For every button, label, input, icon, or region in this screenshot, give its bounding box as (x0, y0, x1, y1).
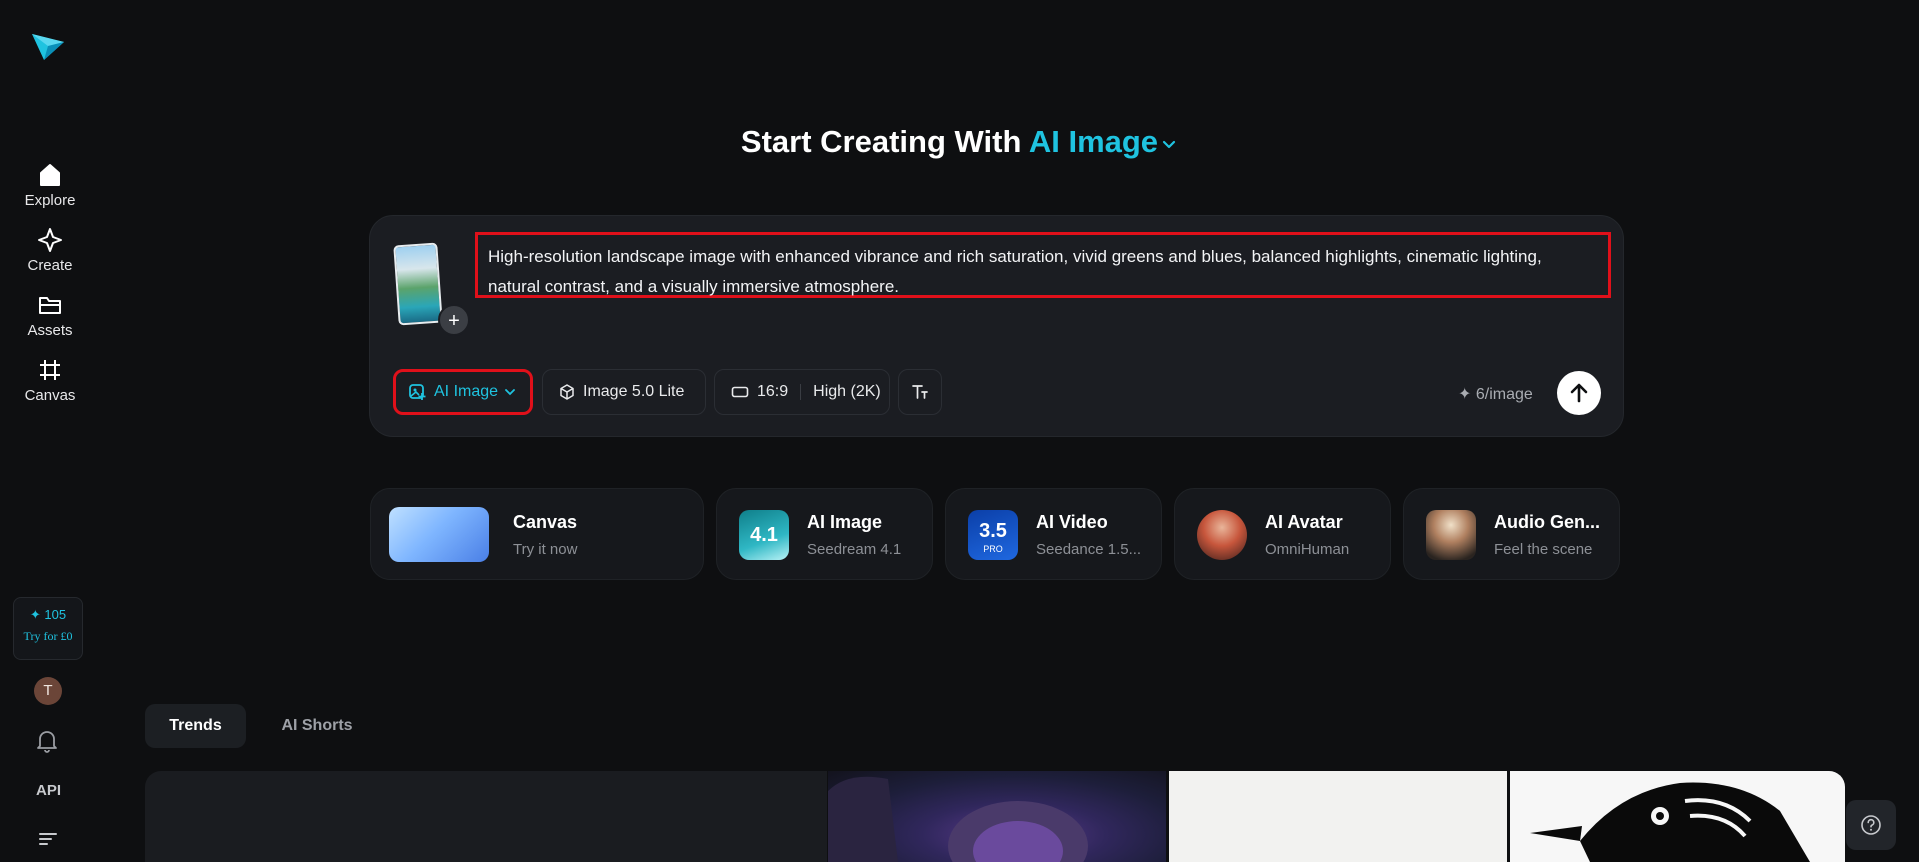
sidebar-item-create[interactable]: Create (0, 227, 100, 275)
card-subtitle: Seedance 1.5... (1036, 541, 1142, 558)
ratio-quality-selector[interactable]: 16:9 High (2K) (714, 369, 890, 415)
sidebar-item-label: Assets (27, 322, 73, 339)
tab-ai-shorts[interactable]: AI Shorts (265, 704, 369, 748)
generate-button[interactable] (1557, 371, 1601, 415)
help-button[interactable] (1846, 800, 1896, 850)
credit-sparkle-icon: ✦ (29, 607, 41, 622)
prompt-panel: + High-resolution landscape image with e… (369, 215, 1624, 437)
text-settings-button[interactable] (898, 369, 942, 415)
mode-dropdown[interactable]: AI Image (393, 369, 533, 415)
model-selector[interactable]: Image 5.0 Lite (542, 369, 706, 415)
aspect-ratio-icon (731, 386, 749, 398)
gallery-item[interactable] (145, 771, 827, 862)
feature-card-ai-avatar[interactable]: AI Avatar OmniHuman (1174, 488, 1391, 580)
image-plus-icon (409, 384, 426, 400)
card-title: Canvas (513, 512, 578, 532)
card-subtitle: Seedream 4.1 (807, 541, 902, 558)
model-selector-label: Image 5.0 Lite (583, 383, 685, 400)
app-logo[interactable] (30, 30, 66, 64)
page-title-prefix: Start Creating With (740, 124, 1022, 159)
sidebar-item-label: Explore (24, 192, 76, 209)
sidebar-item-label: Canvas (24, 387, 76, 404)
mode-dropdown-label: AI Image (434, 383, 499, 400)
seedance-version: 3.5 (979, 520, 1007, 542)
sidebar-item-label: Create (27, 257, 73, 274)
help-icon (1861, 815, 1881, 835)
sidebar-item-assets[interactable]: Assets (0, 292, 100, 340)
cost-indicator: ✦ 6/image (1458, 384, 1533, 404)
chevron-down-icon (505, 389, 515, 396)
api-link[interactable]: API (36, 782, 61, 799)
raven-illustration (1530, 782, 1810, 862)
menu-icon[interactable] (38, 831, 58, 847)
seedream-icon: 4.1 (739, 510, 789, 560)
gallery-image-art (828, 776, 1088, 862)
folder-icon (39, 297, 61, 314)
reference-image-thumbnail[interactable] (393, 242, 443, 326)
credits-count: 105 (44, 607, 67, 622)
card-title: AI Image (807, 512, 883, 532)
feature-card-ai-video[interactable]: 3.5 PRO AI Video Seedance 1.5... (945, 488, 1162, 580)
divider (800, 384, 802, 400)
frame-icon (40, 360, 60, 380)
credit-sparkle-icon: ✦ (1458, 386, 1472, 403)
home-icon (40, 164, 60, 186)
microphone-icon (1426, 510, 1476, 560)
prompt-input[interactable]: High-resolution landscape image with enh… (475, 232, 1611, 298)
tab-trends[interactable]: Trends (145, 704, 246, 748)
card-title: AI Avatar (1265, 512, 1343, 532)
mode-selector-label: AI Image (1028, 124, 1159, 159)
feature-card-ai-image[interactable]: 4.1 AI Image Seedream 4.1 (716, 488, 933, 580)
gallery-item[interactable] (828, 771, 1166, 862)
quality-label: High (2K) (813, 383, 881, 400)
sidebar-item-explore[interactable]: Explore (0, 162, 100, 210)
card-subtitle: Try it now (513, 541, 578, 558)
mode-selector[interactable]: AI Image (1029, 124, 1178, 159)
card-subtitle: OmniHuman (1265, 541, 1350, 558)
avatar[interactable]: T (34, 677, 62, 705)
cost-label: 6/image (1475, 386, 1533, 403)
aspect-ratio-label: 16:9 (757, 383, 789, 400)
cube-icon (560, 384, 574, 400)
pegasus-thumbnail (389, 507, 489, 562)
arrow-up-icon (1570, 383, 1588, 403)
seedance-icon: 3.5 PRO (968, 510, 1018, 560)
sparkle-icon (38, 228, 62, 252)
gallery-item[interactable] (1169, 771, 1507, 862)
card-subtitle: Feel the scene (1494, 541, 1593, 558)
feature-card-canvas[interactable]: Canvas Try it now (370, 488, 704, 580)
bell-icon[interactable] (35, 728, 59, 754)
text-size-icon (912, 385, 928, 399)
avatar-character-icon (1197, 510, 1247, 560)
card-title: Audio Gen... (1494, 512, 1600, 532)
sidebar-item-canvas[interactable]: Canvas (0, 357, 100, 405)
credits-cta: Try for £0 (23, 629, 73, 643)
chevron-down-icon (1162, 140, 1176, 148)
card-title: AI Video (1036, 512, 1108, 532)
feature-card-audio-gen[interactable]: Audio Gen... Feel the scene (1403, 488, 1620, 580)
seedance-tier: PRO (983, 544, 1003, 554)
gallery-item[interactable] (1510, 771, 1845, 862)
credits-badge[interactable]: ✦ 105 Try for £0 (13, 597, 83, 660)
page-title: Start Creating With AI Image (0, 124, 1919, 160)
add-reference-button[interactable]: + (438, 304, 470, 336)
credits-count-row: ✦ 105 (14, 607, 82, 623)
